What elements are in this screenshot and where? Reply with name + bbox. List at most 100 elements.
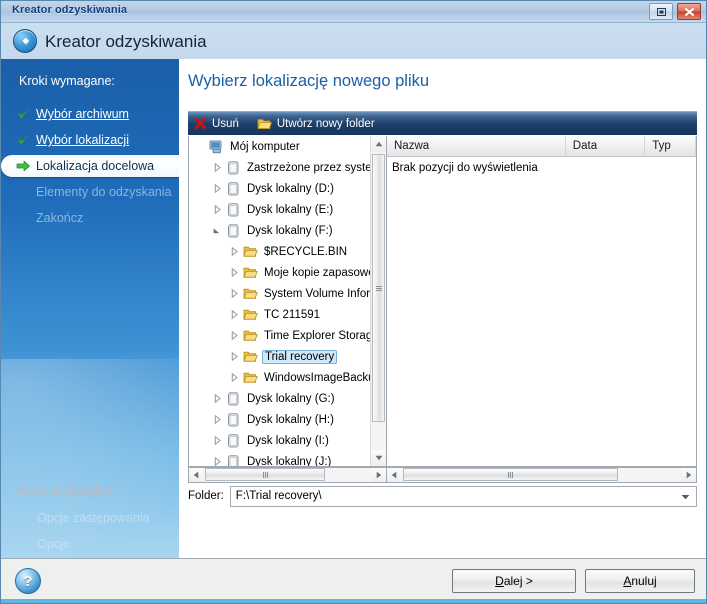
new-folder-button-label: Utwórz nowy folder <box>276 117 375 130</box>
sidebar-step-wybor-lokalizacji[interactable]: Wybór lokalizacji <box>1 129 179 151</box>
list-column-header[interactable]: Typ <box>645 136 696 156</box>
tree-node[interactable]: WindowsImageBackup <box>189 367 372 388</box>
scroll-grip-icon <box>262 471 268 478</box>
tree-node[interactable]: Dysk lokalny (I:) <box>189 430 372 451</box>
expand-triangle-icon[interactable] <box>210 205 224 214</box>
scroll-up-button[interactable] <box>371 136 386 152</box>
tree-node-label: Mój komputer <box>230 140 300 153</box>
tree-node[interactable]: System Volume Information <box>189 283 372 304</box>
drive-icon <box>224 160 242 175</box>
tree-node[interactable]: Dysk lokalny (F:) <box>189 220 372 241</box>
file-list-header: Nazwa Data Typ <box>387 136 696 157</box>
expand-triangle-icon[interactable] <box>227 289 241 298</box>
tree-node-label: Time Explorer Storage <box>264 329 372 342</box>
window-bottom-edge <box>1 599 706 603</box>
empty-list-message: Brak pozycji do wyświetlenia <box>392 162 538 174</box>
expand-triangle-icon[interactable] <box>210 184 224 193</box>
expand-triangle-icon[interactable] <box>227 310 241 319</box>
folder-icon <box>241 371 259 384</box>
list-column-header[interactable]: Data <box>566 136 646 156</box>
tree-node-label: $RECYCLE.BIN <box>264 245 348 258</box>
help-button[interactable]: ? <box>15 568 41 594</box>
expand-triangle-icon[interactable] <box>227 373 241 382</box>
tree-node[interactable]: Moje kopie zapasowe <box>189 262 372 283</box>
tree-node-label: Moje kopie zapasowe <box>264 266 372 279</box>
green-check-icon <box>10 107 36 121</box>
expand-triangle-icon[interactable] <box>210 415 224 424</box>
wizard-sidebar: Kroki wymagane: Wybór archiwum Wybór lok… <box>1 59 179 558</box>
back-button[interactable] <box>13 29 37 53</box>
expand-triangle-icon[interactable] <box>210 457 224 466</box>
drive-icon <box>224 454 242 466</box>
tree-horizontal-scrollbar[interactable] <box>188 467 387 483</box>
tree-node[interactable]: Dysk lokalny (E:) <box>189 199 372 220</box>
scroll-left-button[interactable] <box>387 468 401 482</box>
delete-x-icon <box>194 117 207 130</box>
drive-icon <box>224 412 242 427</box>
expand-triangle-icon[interactable] <box>210 394 224 403</box>
new-folder-button[interactable]: Utwórz nowy folder <box>251 112 381 135</box>
list-horizontal-scrollbar[interactable] <box>386 467 697 483</box>
restore-button[interactable] <box>649 3 673 20</box>
recovery-wizard-window: Kreator odzyskiwania Kreator odzyskiwani… <box>0 0 707 604</box>
tree-node[interactable]: Time Explorer Storage <box>189 325 372 346</box>
scroll-down-button[interactable] <box>371 450 386 466</box>
folder-icon <box>241 287 259 300</box>
next-button[interactable]: Dalej > <box>452 569 576 593</box>
tree-node-label: TC 211591 <box>264 308 321 321</box>
scroll-grip-icon <box>375 285 382 291</box>
folder-path-combobox[interactable]: F:\Trial recovery\ <box>229 485 697 507</box>
tree-node-label: Dysk lokalny (E:) <box>247 203 334 216</box>
sidebar-step-label: Zakończ <box>36 211 84 225</box>
green-check-icon <box>10 133 36 147</box>
cancel-button[interactable]: Anuluj <box>585 569 695 593</box>
tree-node[interactable]: Dysk lokalny (D:) <box>189 178 372 199</box>
scroll-left-button[interactable] <box>189 468 203 482</box>
tree-root-node[interactable]: Mój komputer <box>189 136 372 157</box>
sidebar-step-wybor-archiwum[interactable]: Wybór archiwum <box>1 103 179 125</box>
footer-left-panel: ? <box>1 558 179 603</box>
expand-triangle-icon[interactable] <box>227 352 241 361</box>
tree-node[interactable]: $RECYCLE.BIN <box>189 241 372 262</box>
wizard-header: Kreator odzyskiwania <box>1 23 706 59</box>
page-heading: Kreator odzyskiwania <box>45 32 207 51</box>
expand-triangle-icon[interactable] <box>227 331 241 340</box>
sidebar-step-lokalizacja-docelowa[interactable]: Lokalizacja docelowa <box>1 155 179 177</box>
tree-node[interactable]: Dysk lokalny (G:) <box>189 388 372 409</box>
expand-triangle-icon[interactable] <box>227 247 241 256</box>
sidebar-optional-opcje: Opcje <box>37 537 70 551</box>
tree-hscroll-thumb[interactable] <box>205 468 325 481</box>
delete-button-label: Usuń <box>212 117 239 130</box>
close-button[interactable] <box>677 3 701 20</box>
green-arrow-icon <box>10 159 36 173</box>
delete-button[interactable]: Usuń <box>188 112 245 135</box>
window-titlebar: Kreator odzyskiwania <box>1 1 706 23</box>
tree-node[interactable]: Dysk lokalny (J:) <box>189 451 372 466</box>
chevron-down-icon[interactable] <box>681 494 690 500</box>
tree-node[interactable]: Dysk lokalny (H:) <box>189 409 372 430</box>
tree-vertical-scrollbar[interactable] <box>370 136 386 466</box>
drive-icon <box>224 433 242 448</box>
drive-icon <box>224 223 242 238</box>
expand-triangle-icon[interactable] <box>210 436 224 445</box>
tree-scroll-thumb[interactable] <box>372 154 385 422</box>
file-list-pane[interactable]: Nazwa Data Typ Brak pozycji do wyświetleni… <box>386 136 697 467</box>
file-toolbar: Usuń Utwórz nowy folder <box>188 111 697 135</box>
scroll-right-button[interactable] <box>682 468 696 482</box>
window-controls <box>649 3 701 20</box>
folder-tree[interactable]: Mój komputer Zastrzeżone przez system Dysk… <box>189 136 372 466</box>
tree-node[interactable]: Zastrzeżone przez system <box>189 157 372 178</box>
scroll-right-button[interactable] <box>372 468 386 482</box>
list-hscroll-thumb[interactable] <box>403 468 618 481</box>
collapse-triangle-icon[interactable] <box>210 227 224 234</box>
tree-node[interactable]: Trial recovery <box>189 346 372 367</box>
drive-icon <box>224 181 242 196</box>
cancel-button-label: Anuluj <box>623 574 657 588</box>
list-column-header[interactable]: Nazwa <box>387 136 566 156</box>
folder-tree-pane[interactable]: Mój komputer Zastrzeżone przez system Dysk… <box>188 136 387 467</box>
restore-icon <box>656 7 666 16</box>
expand-triangle-icon[interactable] <box>227 268 241 277</box>
expand-triangle-icon[interactable] <box>210 163 224 172</box>
tree-node[interactable]: TC 211591 <box>189 304 372 325</box>
new-folder-icon <box>257 117 272 130</box>
